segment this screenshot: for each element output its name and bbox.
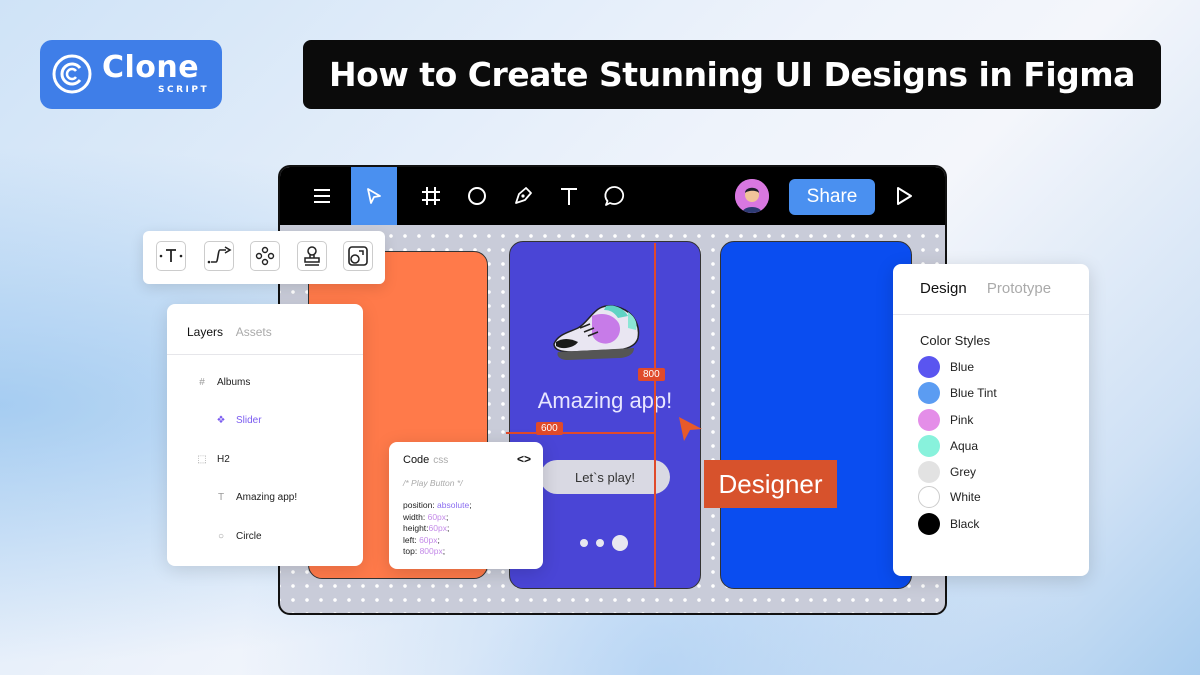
component-layer-icon: ❖ (216, 415, 226, 426)
brand-name: Clone (102, 50, 200, 85)
layer-item-albums[interactable]: # Albums (195, 377, 250, 388)
code-view-icon[interactable]: <> (517, 452, 531, 466)
layer-item-amazing-app[interactable]: T Amazing app! (214, 492, 297, 503)
present-play-icon[interactable] (888, 180, 920, 212)
code-block: position: absolute; width: 60px; height:… (403, 500, 472, 558)
ellipse-layer-icon: ○ (217, 531, 225, 542)
code-lang[interactable]: css (433, 455, 448, 466)
app-headline: Amazing app! (537, 388, 673, 413)
color-style-white[interactable]: White (918, 486, 981, 508)
ellipse-icon[interactable] (454, 167, 500, 225)
code-comment: /* Play Button */ (403, 478, 463, 488)
layer-item-h2[interactable]: ⬚ H2 (195, 454, 230, 465)
pen-icon[interactable] (500, 167, 546, 225)
color-swatch (918, 486, 940, 508)
headline-banner: How to Create Stunning UI Designs in Fig… (303, 40, 1161, 109)
menu-icon[interactable] (300, 167, 346, 225)
layer-item-circle[interactable]: ○ Circle (214, 531, 262, 542)
color-style-grey[interactable]: Grey (918, 461, 976, 483)
code-line: left: 60px; (403, 534, 440, 545)
code-line: width: 60px; (403, 511, 449, 522)
code-line: height:60px; (403, 523, 450, 533)
text-icon[interactable] (546, 167, 592, 225)
layer-label: Circle (236, 531, 262, 542)
frame-layer-icon: # (199, 377, 205, 388)
layer-label: Albums (217, 377, 251, 388)
color-style-label: White (950, 490, 981, 504)
top-toolbar: Share (280, 167, 945, 225)
divider (893, 314, 1089, 315)
share-button[interactable]: Share (789, 179, 875, 215)
headline-text: How to Create Stunning UI Designs in Fig… (329, 55, 1135, 94)
layer-label: Slider (236, 415, 262, 426)
layers-tabs: Layers Assets (187, 325, 272, 339)
color-style-black[interactable]: Black (918, 513, 979, 535)
color-style-label: Blue Tint (950, 386, 997, 400)
color-swatch (918, 356, 940, 378)
stamp-icon[interactable] (297, 241, 327, 271)
layers-panel: Layers Assets # Albums ❖ Slider ⬚ H2 T A… (167, 304, 363, 566)
color-style-label: Aqua (950, 439, 979, 453)
sneaker-image (553, 305, 640, 360)
color-swatch (918, 435, 940, 457)
color-style-blue[interactable]: Blue (918, 356, 974, 378)
user-avatar[interactable] (735, 179, 769, 213)
color-style-pink[interactable]: Pink (918, 409, 973, 431)
frame-blue[interactable] (720, 241, 912, 589)
color-swatch (918, 461, 940, 483)
image-fill-icon[interactable] (343, 241, 373, 271)
color-style-label: Blue (950, 360, 975, 374)
component-icon[interactable] (250, 241, 280, 271)
tab-layers[interactable]: Layers (187, 325, 223, 339)
component-tools (143, 231, 385, 284)
code-line: top: 800px; (403, 546, 446, 556)
brand-logo: Clone SCRIPT (40, 40, 222, 109)
color-swatch (918, 382, 940, 404)
pager-dots[interactable] (580, 532, 636, 551)
designer-cursor-label: Designer (704, 460, 837, 508)
designer-cursor-icon (679, 417, 702, 441)
color-style-label: Grey (950, 465, 977, 479)
measure-guide-vertical (654, 243, 656, 587)
comment-icon[interactable] (592, 167, 638, 225)
color-style-blue-tint[interactable]: Blue Tint (918, 382, 997, 404)
measure-label-800: 800 (638, 368, 665, 381)
divider (167, 354, 363, 355)
cursor-icon[interactable] (351, 167, 397, 225)
color-swatch (918, 409, 940, 431)
code-title: Code (403, 454, 430, 466)
text-layer-icon: T (217, 492, 225, 503)
connector-icon[interactable] (204, 241, 234, 271)
frame-icon[interactable] (408, 167, 454, 225)
clone-logo-icon (52, 54, 92, 94)
color-style-aqua[interactable]: Aqua (918, 435, 978, 457)
layer-item-slider[interactable]: ❖ Slider (214, 415, 262, 426)
color-styles-title: Color Styles (920, 333, 991, 348)
code-line: position: absolute; (403, 500, 472, 510)
color-style-label: Black (950, 517, 980, 531)
color-swatch (918, 513, 940, 535)
group-layer-icon: ⬚ (197, 454, 207, 465)
measure-guide-horizontal (506, 432, 656, 434)
design-tabs: Design Prototype (920, 280, 1051, 297)
code-panel: Code css <> /* Play Button */ position: a… (389, 442, 543, 569)
brand-sub: SCRIPT (158, 85, 210, 95)
color-style-label: Pink (950, 413, 974, 427)
tab-prototype[interactable]: Prototype (987, 280, 1051, 297)
layer-label: Amazing app! (236, 492, 298, 503)
text-box-icon[interactable] (156, 241, 186, 271)
measure-label-600: 600 (536, 422, 563, 435)
play-button[interactable]: Let`s play! (540, 460, 670, 494)
design-panel: Design Prototype Color Styles Blue Blue T… (893, 264, 1089, 576)
tab-assets[interactable]: Assets (236, 325, 272, 339)
code-header: Code css (403, 454, 448, 466)
tab-design[interactable]: Design (920, 280, 967, 297)
layer-label: H2 (217, 454, 230, 465)
